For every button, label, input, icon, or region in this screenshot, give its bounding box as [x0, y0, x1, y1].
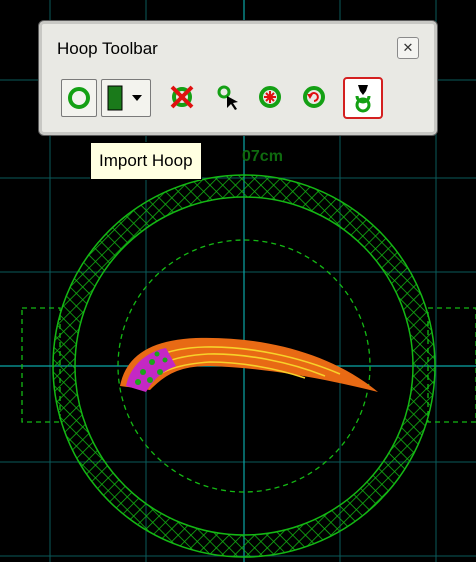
reset-rotation-icon [303, 86, 325, 108]
toolbar-title: Hoop Toolbar [57, 39, 158, 58]
hoop-toolbar: Hoop Toolbar ✕ [38, 20, 438, 136]
embroidery-design[interactable] [120, 337, 378, 392]
hoop-dimension-label: 07cm [242, 148, 283, 165]
reset-rotation-button[interactable] [297, 79, 331, 115]
close-icon: ✕ [402, 40, 414, 55]
rotate-hoop-icon [68, 87, 90, 109]
import-hoop-tooltip: Import Hoop [90, 142, 202, 180]
select-hoop-button[interactable] [211, 79, 245, 115]
import-hoop-icon [355, 85, 371, 113]
close-button[interactable]: ✕ [397, 37, 419, 59]
delete-hoop-icon [170, 85, 194, 109]
hoop-color-dropdown[interactable] [101, 79, 151, 117]
center-hoop-icon [259, 86, 281, 108]
import-hoop-button[interactable] [343, 77, 383, 119]
rotate-hoop-button[interactable] [61, 79, 97, 117]
hoop-color-swatch-icon [107, 85, 142, 111]
select-hoop-icon [217, 85, 238, 110]
delete-hoop-button[interactable] [165, 79, 199, 115]
center-hoop-button[interactable] [253, 79, 287, 115]
